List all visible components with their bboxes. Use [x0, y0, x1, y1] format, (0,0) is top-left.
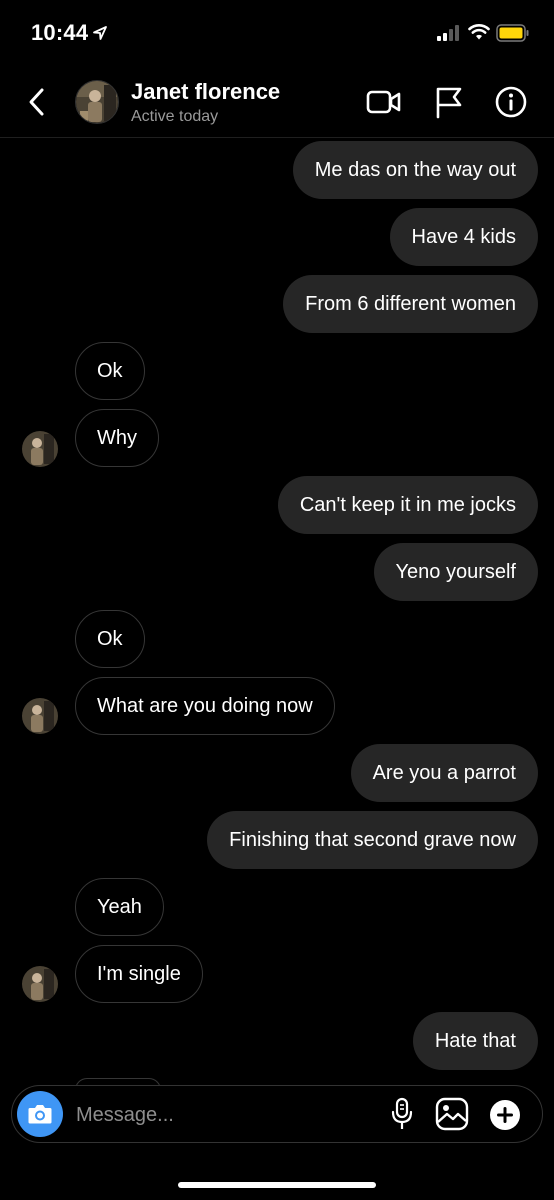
- message-composer: [11, 1085, 543, 1143]
- battery-icon: [496, 24, 529, 42]
- message-bubble-outgoing[interactable]: Yeno yourself: [373, 543, 538, 601]
- contact-active-status: Active today: [131, 108, 219, 125]
- wifi-icon: [468, 24, 490, 40]
- camera-button[interactable]: [17, 1091, 63, 1137]
- sender-avatar[interactable]: [22, 698, 58, 734]
- microphone-icon[interactable]: [390, 1097, 414, 1133]
- contact-avatar[interactable]: [75, 80, 119, 124]
- message-bubble-incoming[interactable]: What are you doing now: [75, 677, 335, 735]
- camera-icon: [28, 1105, 52, 1124]
- info-icon[interactable]: [494, 85, 528, 119]
- message-bubble-incoming[interactable]: Ok: [75, 342, 145, 400]
- message-bubble-outgoing[interactable]: Are you a parrot: [350, 744, 538, 802]
- message-bubble-outgoing[interactable]: Hate that: [412, 1012, 538, 1070]
- message-bubble-outgoing[interactable]: From 6 different women: [283, 275, 538, 333]
- status-bar: 10:44: [0, 0, 554, 66]
- plus-button[interactable]: [489, 1099, 521, 1131]
- video-camera-icon[interactable]: [366, 87, 402, 117]
- message-bubble-incoming[interactable]: Ok: [75, 610, 145, 668]
- contact-name[interactable]: Janet florence: [131, 79, 280, 105]
- flag-icon[interactable]: [433, 85, 465, 119]
- message-input[interactable]: [76, 1100, 376, 1130]
- chat-header: Janet florence Active today: [0, 66, 554, 138]
- sender-avatar[interactable]: [22, 431, 58, 467]
- message-bubble-outgoing[interactable]: Can't keep it in me jocks: [277, 476, 538, 534]
- sender-avatar[interactable]: [22, 966, 58, 1002]
- message-bubble-incoming[interactable]: Why: [75, 409, 159, 467]
- home-indicator[interactable]: [178, 1182, 376, 1188]
- location-arrow-icon: [93, 26, 107, 40]
- cellular-signal-icon: [437, 25, 459, 41]
- status-time: 10:44: [31, 20, 89, 45]
- message-bubble-incoming[interactable]: Yeah: [75, 878, 164, 936]
- gallery-icon[interactable]: [435, 1097, 469, 1131]
- message-bubble-outgoing[interactable]: Finishing that second grave now: [207, 811, 538, 869]
- back-chevron-icon[interactable]: [24, 84, 52, 120]
- message-bubble-outgoing[interactable]: Have 4 kids: [389, 208, 538, 266]
- message-bubble-outgoing[interactable]: Me das on the way out: [292, 141, 538, 199]
- message-bubble-incoming[interactable]: I'm single: [75, 945, 203, 1003]
